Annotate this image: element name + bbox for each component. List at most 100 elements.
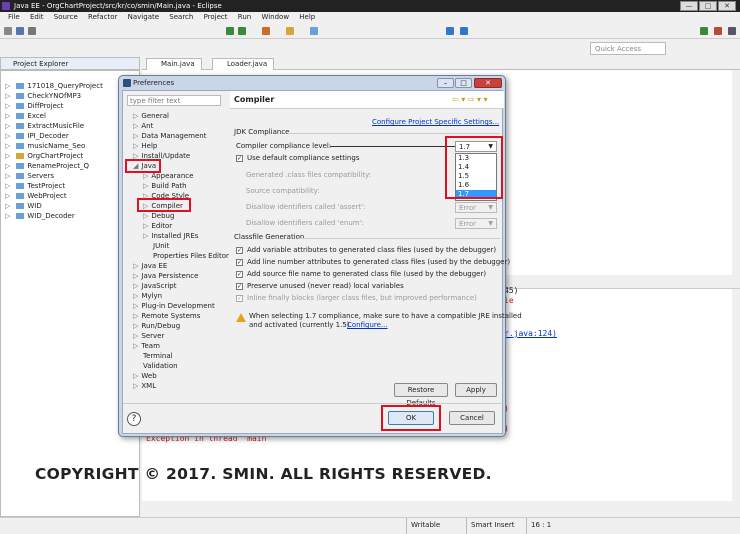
configure-project-specific-link[interactable]: Configure Project Specific Settings... xyxy=(372,118,499,126)
nav-back-icon[interactable]: ⇦ ▾ ⇨ ▾ ▾ xyxy=(452,95,488,104)
nav-plugin-development[interactable]: ▷ Plug-in Development xyxy=(133,301,215,311)
maximize-button[interactable]: □ xyxy=(699,1,717,11)
external-tools-icon[interactable] xyxy=(262,27,270,35)
nav-run-debug[interactable]: ▷ Run/Debug xyxy=(133,321,180,331)
folder-icon xyxy=(16,183,25,189)
tree-item[interactable]: ▷ TestProject xyxy=(5,182,65,191)
dialog-minimize-button[interactable]: – xyxy=(437,78,454,88)
nav-installed-jres[interactable]: ▷ Installed JREs xyxy=(143,231,198,241)
menu-refactor[interactable]: Refactor xyxy=(88,13,117,21)
nav-java-persistence[interactable]: ▷ Java Persistence xyxy=(133,271,198,281)
tree-item[interactable]: ▷ WID xyxy=(5,202,42,211)
preserve-label: Preserve unused (never read) local varia… xyxy=(247,282,404,290)
nav-debug[interactable]: ▷ Debug xyxy=(143,211,174,221)
menu-navigate[interactable]: Navigate xyxy=(128,13,159,21)
compliance-level-label: Compiler compliance level: xyxy=(236,142,332,150)
nav-java-ee[interactable]: ▷ Java EE xyxy=(133,261,167,271)
window-titlebar: Java EE - OrgChartProject/src/kr/co/smin… xyxy=(0,0,740,12)
nav-web[interactable]: ▷ Web xyxy=(133,371,157,381)
project-explorer-tab[interactable]: Project Explorer xyxy=(0,57,140,70)
tree-item[interactable]: ▷ DiffProject xyxy=(5,102,64,111)
nav-editor[interactable]: ▷ Editor xyxy=(143,221,172,231)
use-default-checkbox[interactable]: ✓ xyxy=(236,155,243,162)
run-icon[interactable] xyxy=(226,27,234,35)
nav-validation[interactable]: Validation xyxy=(143,361,178,371)
nav-build-path[interactable]: ▷ Build Path xyxy=(143,181,187,191)
debug-perspective-icon[interactable] xyxy=(728,27,736,35)
menu-project[interactable]: Project xyxy=(204,13,228,21)
restore-defaults-button[interactable]: Restore Defaults xyxy=(394,383,448,407)
tree-item[interactable]: ▷ OrgChartProject xyxy=(5,152,83,161)
perspective-icon[interactable] xyxy=(700,27,708,35)
help-icon[interactable]: ? xyxy=(127,412,141,426)
line-attr-checkbox[interactable]: ✓ xyxy=(236,259,243,266)
nav-data-management[interactable]: ▷ Data Management xyxy=(133,131,206,141)
quick-access-input[interactable]: Quick Access xyxy=(590,42,666,55)
open-type-icon[interactable] xyxy=(286,27,294,35)
nav-remote-systems[interactable]: ▷ Remote Systems xyxy=(133,311,200,321)
tree-item[interactable]: ▷ CheckYNOfMP3 xyxy=(5,92,81,101)
nav-server[interactable]: ▷ Server xyxy=(133,331,164,341)
nav-junit[interactable]: JUnit xyxy=(153,241,169,251)
dialog-maximize-button[interactable]: □ xyxy=(455,78,472,88)
menu-help[interactable]: Help xyxy=(299,13,315,21)
tree-item[interactable]: ▷ RenameProject_Q xyxy=(5,162,89,171)
apply-button[interactable]: Apply xyxy=(455,383,497,397)
cancel-button[interactable]: Cancel xyxy=(449,411,495,425)
nav-properties-files-editor[interactable]: Properties Files Editor xyxy=(153,251,229,261)
highlight-ok xyxy=(381,405,441,431)
tree-item[interactable]: ▷ musicName_Seo xyxy=(5,142,85,151)
tree-item[interactable]: ▷ WebProject xyxy=(5,192,67,201)
tree-item[interactable]: ▷ 171018_QueryProject xyxy=(5,82,103,91)
highlight-java xyxy=(125,159,161,173)
debug-icon[interactable] xyxy=(238,27,246,35)
menu-search[interactable]: Search xyxy=(169,13,193,21)
search-icon[interactable] xyxy=(310,27,318,35)
forward-icon[interactable] xyxy=(460,27,468,35)
menu-source[interactable]: Source xyxy=(54,13,78,21)
menu-edit[interactable]: Edit xyxy=(30,13,44,21)
folder-icon xyxy=(16,143,25,149)
minimize-button[interactable]: — xyxy=(680,1,698,11)
nav-general[interactable]: ▷ General xyxy=(133,111,169,121)
preserve-checkbox[interactable]: ✓ xyxy=(236,283,243,290)
preferences-icon xyxy=(123,79,131,87)
configure-jre-link[interactable]: Configure... xyxy=(347,321,388,330)
menu-file[interactable]: File xyxy=(8,13,20,21)
tab-loader-java[interactable]: Loader.java xyxy=(212,58,275,70)
src-name-checkbox[interactable]: ✓ xyxy=(236,271,243,278)
folder-icon xyxy=(16,133,25,139)
nav-xml[interactable]: ▷ XML xyxy=(133,381,156,391)
dialog-close-button[interactable]: ✕ xyxy=(474,78,502,88)
tree-item[interactable]: ▷ IPI_Decoder xyxy=(5,132,69,141)
highlight-compliance xyxy=(445,136,503,199)
status-insert-mode: Smart Insert xyxy=(466,518,524,534)
nav-ant[interactable]: ▷ Ant xyxy=(133,121,153,131)
save-icon[interactable] xyxy=(16,27,24,35)
tree-item[interactable]: ▷ Servers xyxy=(5,172,54,181)
jdk-compliance-group-label: JDK Compliance xyxy=(234,128,290,136)
nav-javascript[interactable]: ▷ JavaScript xyxy=(133,281,176,291)
back-icon[interactable] xyxy=(446,27,454,35)
warning-text-2: and activated (currently 1.5). xyxy=(249,321,352,329)
var-attr-checkbox[interactable]: ✓ xyxy=(236,247,243,254)
pointer-line xyxy=(330,146,456,147)
filter-input[interactable]: type filter text xyxy=(127,95,221,106)
menu-run[interactable]: Run xyxy=(238,13,251,21)
new-icon[interactable] xyxy=(4,27,12,35)
nav-mylyn[interactable]: ▷ Mylyn xyxy=(133,291,162,301)
tree-item[interactable]: ▷ ExtractMusicFile xyxy=(5,122,84,131)
tree-item[interactable]: ▷ Excel xyxy=(5,112,46,121)
tree-item[interactable]: ▷ WID_Decoder xyxy=(5,212,75,221)
nav-help[interactable]: ▷ Help xyxy=(133,141,157,151)
close-window-button[interactable]: ✕ xyxy=(718,1,736,11)
print-icon[interactable] xyxy=(28,27,36,35)
menu-window[interactable]: Window xyxy=(261,13,289,21)
tab-main-java[interactable]: Main.java xyxy=(146,58,202,70)
java-perspective-icon[interactable] xyxy=(714,27,722,35)
folder-icon xyxy=(16,193,25,199)
console-stack-link[interactable]: r.java:124) xyxy=(504,329,557,338)
nav-terminal[interactable]: Terminal xyxy=(143,351,173,361)
nav-team[interactable]: ▷ Team xyxy=(133,341,160,351)
status-cursor-position: 16 : 1 xyxy=(526,518,576,534)
